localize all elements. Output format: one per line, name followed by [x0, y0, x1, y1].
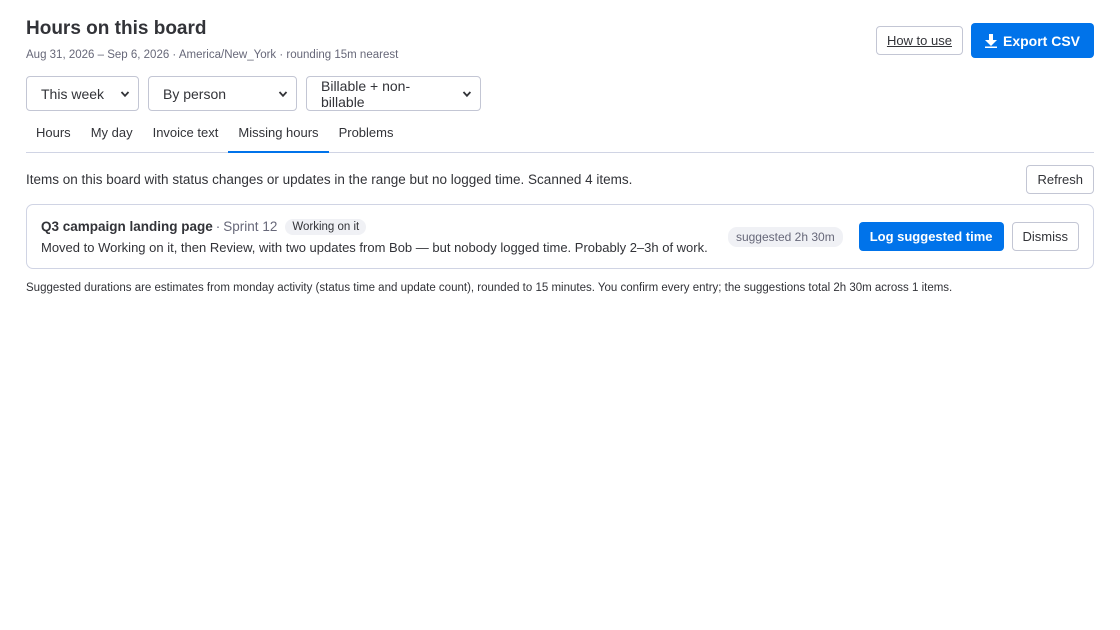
header-actions: How to use Export CSV: [875, 23, 1094, 58]
group-by-select-value: By person: [163, 85, 227, 102]
billable-select[interactable]: Billable + non-billable: [306, 76, 481, 111]
status-badge: Working on it: [285, 218, 367, 235]
log-suggested-time-button[interactable]: Log suggested time: [858, 222, 1004, 251]
group-by-select[interactable]: By person: [148, 76, 297, 111]
export-csv-button[interactable]: Export CSV: [970, 23, 1094, 58]
suggestions-footnote: Suggested durations are estimates from m…: [26, 282, 953, 294]
item-separator: ·: [215, 219, 221, 234]
tab-problems[interactable]: Problems: [329, 125, 404, 152]
tab-hours[interactable]: Hours: [26, 125, 81, 152]
tab-invoice-text[interactable]: Invoice text: [143, 125, 229, 152]
tab-my-day[interactable]: My day: [81, 125, 143, 152]
item-group: Sprint 12: [223, 219, 278, 234]
missing-hours-info-row: Items on this board with status changes …: [26, 165, 1094, 194]
item-header: Q3 campaign landing page · Sprint 12 Wor…: [41, 218, 708, 235]
range-select[interactable]: This week: [26, 76, 139, 111]
how-to-use-label: How to use: [886, 33, 952, 48]
range-select-value: This week: [41, 85, 105, 102]
tab-missing-hours[interactable]: Missing hours: [228, 125, 329, 153]
billable-select-value: Billable + non-billable: [321, 77, 411, 110]
how-to-use-button[interactable]: How to use: [875, 26, 963, 55]
page-header: Hours on this board Aug 31, 2026 – Sep 6…: [26, 18, 1094, 61]
filters-row: This week By person Billable + non-billa…: [26, 76, 1094, 111]
item-name: Q3 campaign landing page: [41, 219, 213, 234]
item-details: Q3 campaign landing page · Sprint 12 Wor…: [41, 218, 708, 255]
missing-hours-item-card: Q3 campaign landing page · Sprint 12 Wor…: [26, 204, 1094, 269]
suggested-duration-badge: suggested 2h 30m: [727, 226, 843, 247]
chevron-down-icon: [462, 90, 472, 97]
page-title: Hours on this board: [26, 18, 207, 39]
missing-hours-description: Items on this board with status changes …: [26, 172, 633, 187]
view-tabs: Hours My day Invoice text Missing hours …: [26, 125, 1094, 153]
chevron-down-icon: [278, 90, 288, 97]
item-actions: suggested 2h 30m Log suggested time Dism…: [727, 222, 1079, 251]
export-csv-label: Export CSV: [1002, 32, 1080, 49]
header-text: Hours on this board Aug 31, 2026 – Sep 6…: [26, 18, 398, 61]
dismiss-button[interactable]: Dismiss: [1011, 222, 1079, 251]
refresh-button[interactable]: Refresh: [1026, 165, 1094, 194]
date-range-subtitle: Aug 31, 2026 – Sep 6, 2026 · America/New…: [26, 49, 399, 61]
item-activity-description: Moved to Working on it, then Review, wit…: [41, 239, 708, 255]
download-icon: [984, 33, 997, 48]
chevron-down-icon: [120, 90, 130, 97]
hours-board-page: Hours on this board Aug 31, 2026 – Sep 6…: [0, 0, 1120, 630]
